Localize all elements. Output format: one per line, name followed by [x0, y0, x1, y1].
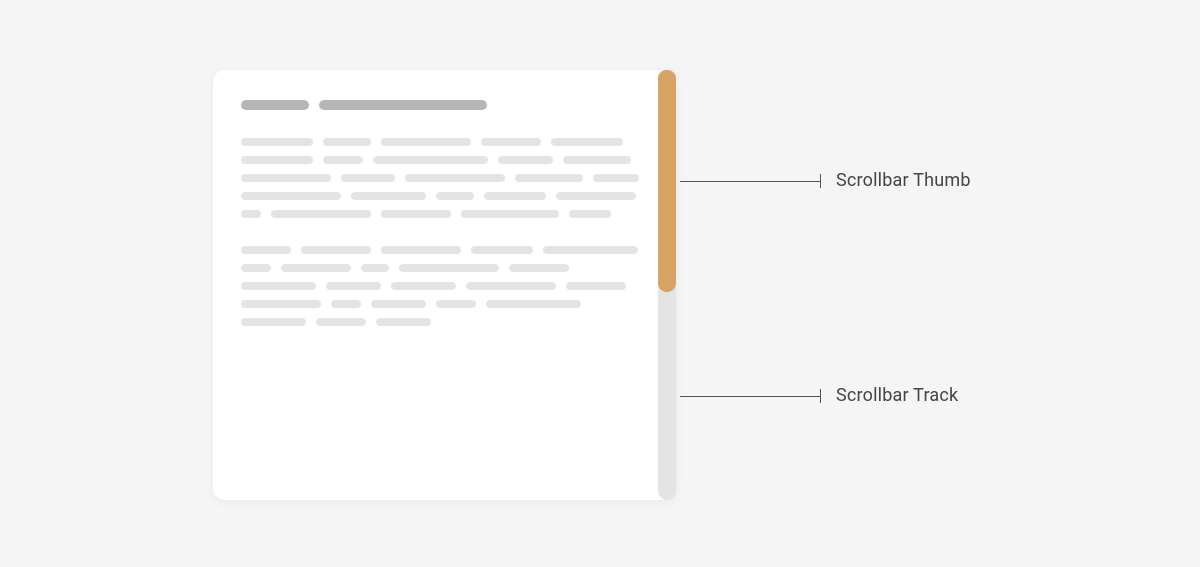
text-line — [486, 300, 581, 308]
text-line — [241, 174, 331, 182]
text-line — [323, 156, 363, 164]
text-line — [241, 300, 321, 308]
text-line — [551, 138, 623, 146]
text-line — [515, 174, 583, 182]
annotation-tick — [820, 174, 821, 188]
annotation-leader-line — [680, 396, 820, 397]
text-line — [391, 282, 456, 290]
text-line — [436, 192, 474, 200]
text-line — [461, 210, 559, 218]
heading-block — [319, 100, 487, 110]
text-line — [241, 318, 306, 326]
text-line — [563, 156, 631, 164]
text-line — [301, 246, 371, 254]
text-line — [498, 156, 553, 164]
scrollbar-thumb[interactable] — [658, 70, 676, 292]
text-line — [241, 264, 271, 272]
text-line — [556, 192, 636, 200]
text-line — [316, 318, 366, 326]
text-line — [381, 138, 471, 146]
text-line — [399, 264, 499, 272]
text-line — [361, 264, 389, 272]
text-line — [405, 174, 505, 182]
text-line — [381, 246, 461, 254]
annotation-label-thumb: Scrollbar Thumb — [836, 170, 971, 191]
text-line — [371, 300, 426, 308]
text-line — [326, 282, 381, 290]
text-line — [466, 282, 556, 290]
text-line — [593, 174, 639, 182]
text-line — [331, 300, 361, 308]
text-line — [241, 138, 313, 146]
heading-placeholder — [241, 100, 648, 110]
content-card — [213, 70, 676, 500]
text-line — [341, 174, 395, 182]
annotation-label-track: Scrollbar Track — [836, 385, 958, 406]
text-line — [566, 282, 626, 290]
paragraph-placeholder — [241, 138, 648, 218]
diagram-canvas: Scrollbar Thumb Scrollbar Track — [0, 0, 1200, 567]
text-line — [351, 192, 426, 200]
annotation-tick — [820, 389, 821, 403]
text-line — [241, 156, 313, 164]
text-line — [241, 192, 341, 200]
text-line — [376, 318, 431, 326]
text-line — [241, 282, 316, 290]
text-line — [373, 156, 488, 164]
text-line — [436, 300, 476, 308]
annotation-leader-line — [680, 181, 820, 182]
text-line — [484, 192, 546, 200]
text-line — [509, 264, 569, 272]
text-line — [281, 264, 351, 272]
text-line — [569, 210, 611, 218]
text-line — [271, 210, 371, 218]
text-line — [323, 138, 371, 146]
text-line — [241, 246, 291, 254]
heading-block — [241, 100, 309, 110]
text-line — [471, 246, 533, 254]
paragraph-placeholder — [241, 246, 648, 326]
text-line — [543, 246, 638, 254]
text-line — [381, 210, 451, 218]
text-line — [241, 210, 261, 218]
text-line — [481, 138, 541, 146]
